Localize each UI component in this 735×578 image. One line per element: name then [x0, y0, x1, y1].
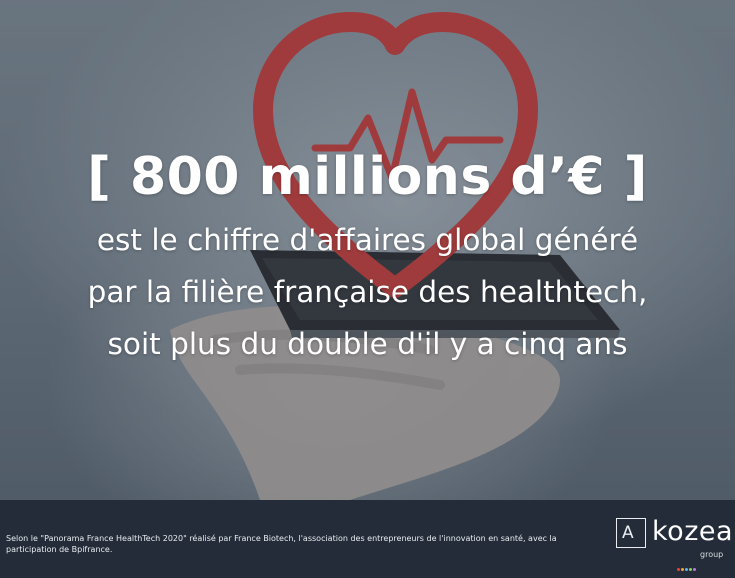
- logo-bracket-right: [636, 518, 646, 548]
- logo-dot: [681, 568, 684, 571]
- headline: [ 800 millions d’€ ] est le chiffre d'af…: [0, 140, 735, 370]
- logo-dot: [685, 568, 688, 571]
- headline-line-3: soit plus du double d'il y a cinq ans: [107, 327, 628, 361]
- logo-dot: [693, 568, 696, 571]
- source-note: Selon le "Panorama France HealthTech 202…: [6, 534, 557, 554]
- logo-wordmark: kozea: [652, 516, 734, 547]
- logo-dots: [677, 556, 699, 571]
- headline-line-1: est le chiffre d'affaires global généré: [96, 223, 639, 257]
- logo-subtitle: group: [700, 550, 724, 559]
- kozea-logo: A kozea group: [616, 516, 733, 571]
- logo-dot: [689, 568, 692, 571]
- logo-dot: [677, 568, 680, 571]
- headline-amount: [ 800 millions d’€ ]: [87, 147, 648, 207]
- headline-line-2: par la filière française des healthtech,: [87, 275, 648, 309]
- logo-mark: A: [622, 523, 634, 543]
